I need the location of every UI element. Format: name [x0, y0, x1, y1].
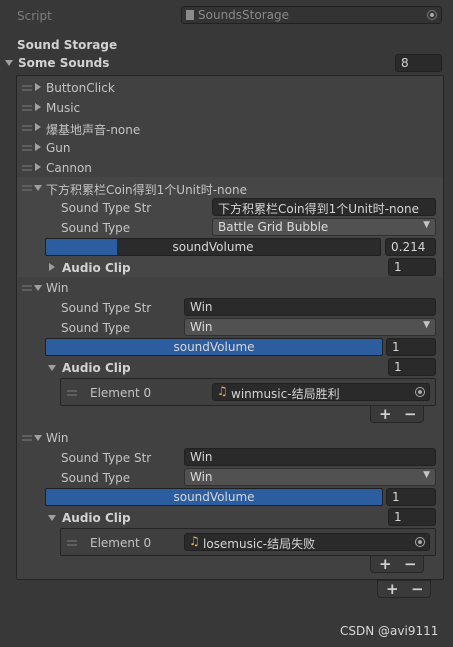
sound-type-dropdown[interactable]: Win ▼	[184, 318, 436, 336]
list-item-label: 下方积累栏Coin得到1个Unit时-none	[46, 183, 247, 197]
audio-clip-size-field[interactable]: 1	[388, 258, 436, 276]
object-picker-icon[interactable]	[427, 10, 437, 20]
slider-label: soundVolume	[172, 240, 254, 254]
foldout-collapsed-icon[interactable]	[35, 143, 41, 151]
audio-clip-object-field[interactable]: ♫ losemusic-结局失败	[184, 533, 430, 551]
add-button[interactable]: +	[379, 405, 392, 423]
remove-button[interactable]: −	[404, 555, 417, 573]
list-item-label: Win	[46, 431, 69, 445]
chevron-down-icon: ▼	[423, 320, 430, 330]
list-item-label: Gun	[46, 141, 71, 155]
sound-type-value: Win	[190, 470, 213, 484]
sound-volume-field[interactable]: 1	[386, 488, 436, 506]
sound-volume-field[interactable]: 0.214	[385, 238, 436, 256]
audio-clip-label: Audio Clip	[62, 361, 131, 375]
sound-type-str-label: Sound Type Str	[61, 301, 152, 315]
audio-clip-label: Audio Clip	[62, 261, 131, 275]
add-button[interactable]: +	[379, 555, 392, 573]
sound-type-str-label: Sound Type Str	[61, 451, 152, 465]
list-item-label: Win	[46, 281, 69, 295]
remove-button[interactable]: −	[411, 580, 424, 598]
element-label: Element 0	[90, 536, 152, 550]
sound-volume-slider[interactable]: soundVolume	[45, 238, 381, 256]
object-picker-icon[interactable]	[415, 387, 425, 397]
drag-handle-icon[interactable]	[22, 434, 32, 442]
foldout-collapsed-icon[interactable]	[35, 163, 41, 171]
drag-handle-icon[interactable]	[22, 184, 32, 192]
audio-clip-size-field[interactable]: 1	[388, 508, 436, 526]
sound-volume-field[interactable]: 1	[386, 338, 436, 356]
sound-type-str-field[interactable]: 下方积累栏Coin得到1个Unit时-none	[212, 198, 436, 216]
sound-type-value: Win	[190, 320, 213, 334]
drag-handle-icon[interactable]	[67, 389, 77, 397]
sound-type-str-label: Sound Type Str	[61, 201, 152, 215]
foldout-expanded-icon[interactable]	[5, 60, 13, 66]
list-label: Some Sounds	[18, 56, 110, 70]
drag-handle-icon[interactable]	[22, 164, 32, 172]
list-item-label: 爆基地声音-none	[46, 123, 141, 137]
list-add-remove: + −	[377, 580, 431, 598]
list-size-field[interactable]: 8	[395, 54, 442, 72]
sound-volume-slider[interactable]: soundVolume	[45, 338, 383, 356]
drag-handle-icon[interactable]	[67, 539, 77, 547]
foldout-collapsed-icon[interactable]	[35, 103, 41, 111]
object-picker-icon[interactable]	[415, 537, 425, 547]
add-button[interactable]: +	[386, 580, 399, 598]
sound-type-dropdown[interactable]: Battle Grid Bubble ▼	[212, 218, 436, 236]
foldout-expanded-icon[interactable]	[48, 515, 56, 521]
audio-clip-size-field[interactable]: 1	[388, 358, 436, 376]
list-item-label: ButtonClick	[46, 81, 115, 95]
script-field[interactable]: SoundsStorage	[181, 6, 442, 24]
element-label: Element 0	[90, 386, 152, 400]
foldout-expanded-icon[interactable]	[34, 285, 42, 291]
audio-clip-add-remove: + −	[370, 555, 424, 573]
chevron-down-icon: ▼	[423, 470, 430, 480]
audio-clip-icon: ♫	[189, 534, 200, 548]
audio-clip-label: Audio Clip	[62, 511, 131, 525]
sound-type-str-field[interactable]: Win	[184, 298, 436, 316]
foldout-collapsed-icon[interactable]	[35, 123, 41, 131]
foldout-collapsed-icon[interactable]	[35, 83, 41, 91]
foldout-expanded-icon[interactable]	[34, 185, 42, 191]
audio-clip-value: winmusic-结局胜利	[231, 387, 340, 401]
sound-type-label: Sound Type	[61, 321, 131, 335]
audio-clip-add-remove: + −	[370, 405, 424, 423]
watermark: CSDN @avi9111	[340, 624, 439, 638]
script-value: SoundsStorage	[198, 8, 289, 22]
audio-clip-object-field[interactable]: ♫ winmusic-结局胜利	[212, 383, 430, 401]
audio-clip-value: losemusic-结局失败	[203, 537, 316, 551]
sound-volume-slider[interactable]: soundVolume	[45, 488, 383, 506]
audio-clip-icon: ♫	[217, 384, 228, 398]
sound-type-label: Sound Type	[61, 471, 131, 485]
drag-handle-icon[interactable]	[22, 284, 32, 292]
foldout-expanded-icon[interactable]	[34, 435, 42, 441]
chevron-down-icon: ▼	[423, 220, 430, 230]
drag-handle-icon[interactable]	[22, 104, 32, 112]
list-item-label: Music	[46, 101, 81, 115]
foldout-expanded-icon[interactable]	[48, 365, 56, 371]
drag-handle-icon[interactable]	[22, 124, 32, 132]
drag-handle-icon[interactable]	[22, 144, 32, 152]
script-file-icon	[186, 10, 194, 20]
sound-type-value: Battle Grid Bubble	[218, 220, 329, 234]
sound-type-str-field[interactable]: Win	[184, 448, 436, 466]
drag-handle-icon[interactable]	[22, 84, 32, 92]
slider-label: soundVolume	[173, 490, 255, 504]
foldout-collapsed-icon[interactable]	[49, 263, 55, 271]
component-header: Sound Storage	[17, 38, 118, 52]
remove-button[interactable]: −	[404, 405, 417, 423]
slider-label: soundVolume	[173, 340, 255, 354]
sound-type-label: Sound Type	[61, 221, 131, 235]
sound-type-dropdown[interactable]: Win ▼	[184, 468, 436, 486]
list-item-label: Cannon	[46, 161, 92, 175]
script-label: Script	[17, 9, 52, 23]
